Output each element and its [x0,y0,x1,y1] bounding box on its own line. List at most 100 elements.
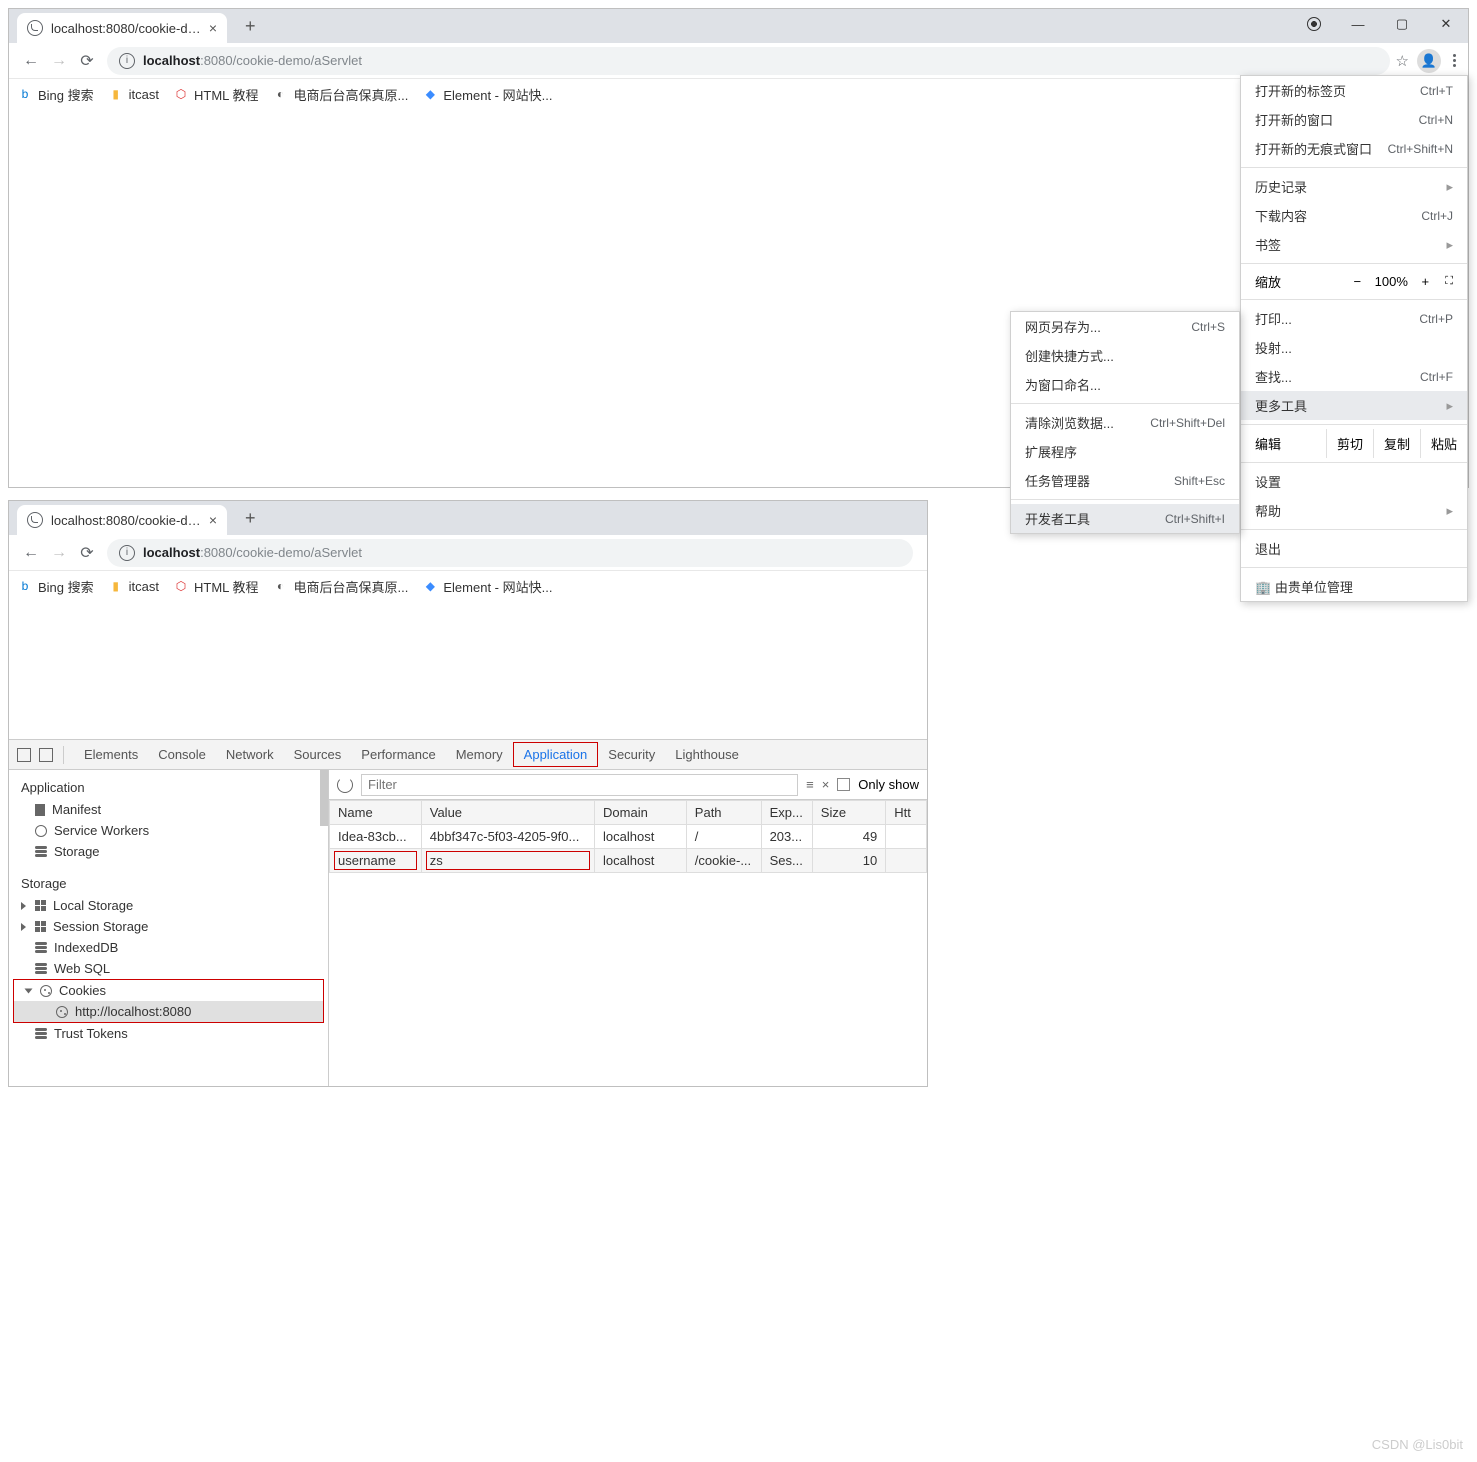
star-icon[interactable]: ☆ [1396,52,1409,70]
info-icon[interactable]: i [119,53,135,69]
close-button[interactable]: ✕ [1424,9,1468,39]
col-header[interactable]: Size [812,801,885,825]
bookmark-item[interactable]: ◐电商后台高保真原... [273,577,409,596]
new-tab-button[interactable]: + [237,504,264,533]
col-header[interactable]: Value [421,801,594,825]
menu-new-window[interactable]: 打开新的窗口Ctrl+N [1241,105,1467,134]
col-header[interactable]: Domain [595,801,687,825]
back-button[interactable]: ← [17,539,45,567]
maximize-button[interactable]: ▢ [1380,9,1424,39]
node-storage[interactable]: Storage [9,841,328,862]
bookmark-item[interactable]: ◆Element - 网站快... [422,85,552,104]
devtools-tab-elements[interactable]: Elements [74,741,148,768]
refresh-icon[interactable] [337,777,353,793]
menu-new-tab[interactable]: 打开新的标签页Ctrl+T [1241,76,1467,105]
bookmark-item[interactable]: ⬡HTML 教程 [173,577,259,596]
filter-icon[interactable]: ≡ [806,777,814,792]
menu-cut[interactable]: 剪切 [1326,429,1373,458]
only-show-checkbox[interactable] [837,778,850,791]
back-button[interactable]: ← [17,47,45,75]
zoom-out-button[interactable]: − [1345,274,1369,289]
avatar-icon[interactable]: 👤 [1417,49,1441,73]
section-storage: Storage [9,872,328,895]
bookmark-item[interactable]: ◐电商后台高保真原... [273,85,409,104]
menu-cast[interactable]: 投射... [1241,333,1467,362]
devtools-tab-console[interactable]: Console [148,741,216,768]
bookmark-item[interactable]: bBing 搜索 [17,85,94,104]
bookmark-item[interactable]: ⬡HTML 教程 [173,85,259,104]
minimize-button[interactable]: — [1336,9,1380,39]
browser-tab[interactable]: localhost:8080/cookie-demo/a × [17,13,227,43]
new-tab-button[interactable]: + [237,12,264,41]
address-bar[interactable]: i localhost:8080/cookie-demo/aServlet [107,47,1390,75]
close-icon[interactable]: × [209,512,217,528]
reload-button[interactable]: ⟳ [73,539,101,567]
bookmark-item[interactable]: ▮itcast [108,86,159,102]
node-indexeddb[interactable]: IndexedDB [9,937,328,958]
submenu-name-window[interactable]: 为窗口命名... [1011,370,1239,399]
bookmark-item[interactable]: ◆Element - 网站快... [422,577,552,596]
reload-button[interactable]: ⟳ [73,47,101,75]
node-manifest[interactable]: Manifest [9,799,328,820]
fullscreen-icon[interactable]: ⛶ [1445,275,1453,288]
menu-managed: 🏢 由贵单位管理 [1241,572,1467,601]
browser-tab[interactable]: localhost:8080/cookie-demo/a × [17,505,227,535]
menu-button[interactable] [1449,50,1460,71]
node-local-storage[interactable]: Local Storage [9,895,328,916]
devtools-main: ≡ × Only show NameValueDomainPathExp...S… [329,770,927,1086]
col-header[interactable]: Htt [886,801,927,825]
devtools-tab-performance[interactable]: Performance [351,741,445,768]
bookmark-icon: b [17,578,33,594]
cookies-table: NameValueDomainPathExp...SizeHtt Idea-83… [329,800,927,873]
submenu-extensions[interactable]: 扩展程序 [1011,437,1239,466]
bookmark-item[interactable]: bBing 搜索 [17,577,94,596]
devtools-tab-application[interactable]: Application [513,742,599,767]
watermark: CSDN @Lis0bit [1372,1437,1463,1452]
menu-copy[interactable]: 复制 [1373,429,1420,458]
filter-input[interactable] [361,774,798,796]
menu-downloads[interactable]: 下载内容Ctrl+J [1241,201,1467,230]
device-icon[interactable] [39,748,53,762]
table-row[interactable]: Idea-83cb...4bbf347c-5f03-4205-9f0...loc… [330,825,927,849]
zoom-in-button[interactable]: + [1413,274,1437,289]
menu-help[interactable]: 帮助▸ [1241,496,1467,525]
node-cookie-origin[interactable]: http://localhost:8080 [14,1001,323,1022]
clear-icon[interactable]: × [822,777,830,792]
devtools-tab-security[interactable]: Security [598,741,665,768]
bookmark-item[interactable]: ▮itcast [108,578,159,594]
devtools-tab-network[interactable]: Network [216,741,284,768]
submenu-create-shortcut[interactable]: 创建快捷方式... [1011,341,1239,370]
menu-bookmarks[interactable]: 书签▸ [1241,230,1467,259]
menu-more-tools[interactable]: 更多工具▸ [1241,391,1467,420]
submenu-save-as[interactable]: 网页另存为...Ctrl+S [1011,312,1239,341]
node-trust-tokens[interactable]: Trust Tokens [9,1023,328,1044]
devtools-tab-memory[interactable]: Memory [446,741,513,768]
devtools-tab-lighthouse[interactable]: Lighthouse [665,741,749,768]
tab-title: localhost:8080/cookie-demo/a [51,21,201,36]
col-header[interactable]: Path [686,801,761,825]
node-session-storage[interactable]: Session Storage [9,916,328,937]
menu-exit[interactable]: 退出 [1241,534,1467,563]
address-bar[interactable]: i localhost:8080/cookie-demo/aServlet [107,539,913,567]
devtools-tab-sources[interactable]: Sources [284,741,352,768]
close-icon[interactable]: × [209,20,217,36]
submenu-task-manager[interactable]: 任务管理器Shift+Esc [1011,466,1239,495]
menu-paste[interactable]: 粘贴 [1420,429,1467,458]
menu-incognito[interactable]: 打开新的无痕式窗口Ctrl+Shift+N [1241,134,1467,163]
node-websql[interactable]: Web SQL [9,958,328,979]
node-service-workers[interactable]: Service Workers [9,820,328,841]
record-icon[interactable] [1292,9,1336,39]
menu-print[interactable]: 打印...Ctrl+P [1241,304,1467,333]
col-header[interactable]: Exp... [761,801,812,825]
col-header[interactable]: Name [330,801,422,825]
inspect-icon[interactable] [17,748,31,762]
menu-settings[interactable]: 设置 [1241,467,1467,496]
submenu-clear-data[interactable]: 清除浏览数据...Ctrl+Shift+Del [1011,408,1239,437]
submenu-devtools[interactable]: 开发者工具Ctrl+Shift+I [1011,504,1239,533]
node-cookies[interactable]: Cookies [14,980,323,1001]
menu-find[interactable]: 查找...Ctrl+F [1241,362,1467,391]
info-icon[interactable]: i [119,545,135,561]
file-icon [35,804,45,816]
menu-history[interactable]: 历史记录▸ [1241,172,1467,201]
table-row[interactable]: usernamezslocalhost/cookie-...Ses...10 [330,849,927,873]
